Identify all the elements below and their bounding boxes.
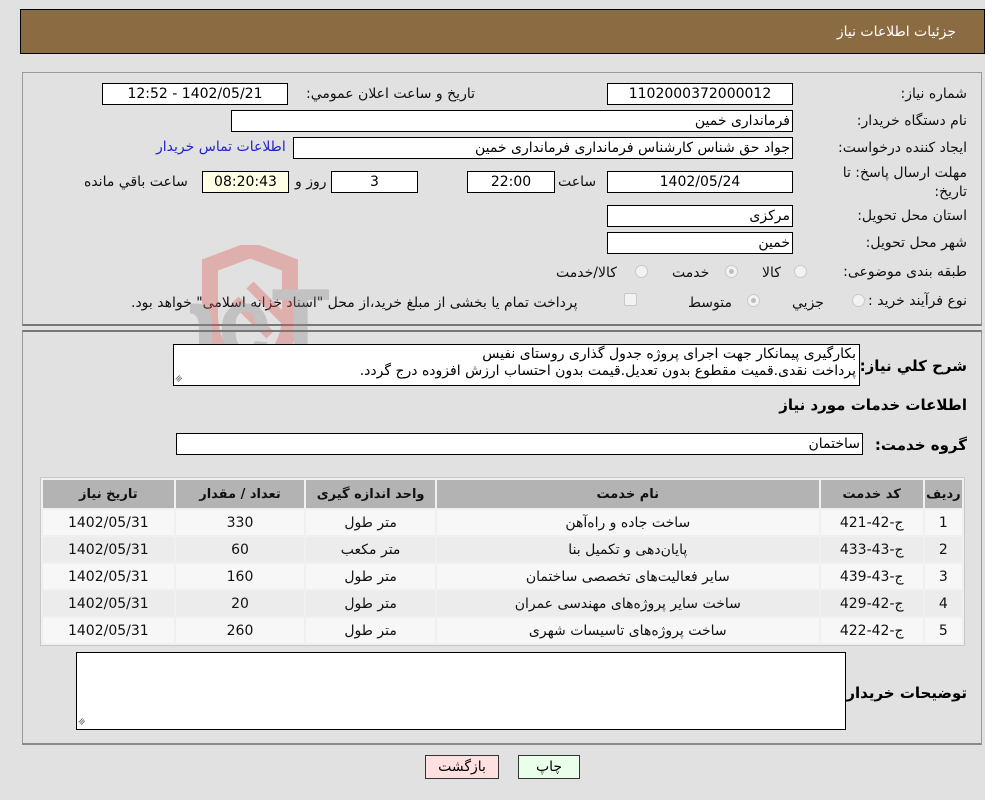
cell-quantity: 260 <box>175 618 305 643</box>
cell-service-name: ساخت پروژه‌های تاسیسات شهری <box>436 618 819 643</box>
description-line-1: بکارگیری پیمانکار جهت اجرای پروژه جدول گ… <box>482 346 856 362</box>
buyer-notes-textarea[interactable] <box>76 652 846 730</box>
back-button[interactable]: بازگشت <box>425 755 499 779</box>
cell-service-code: ج-42-429 <box>820 591 923 616</box>
col-quantity: تعداد / مقدار <box>175 480 305 508</box>
buyer-org-label: نام دستگاه خريدار: <box>856 113 967 129</box>
need-number-field: 1102000372000012 <box>607 83 793 105</box>
col-row-number: رديف <box>924 480 962 508</box>
cell-row-number: 2 <box>924 537 962 562</box>
city-label: شهر محل تحويل: <box>865 235 967 251</box>
announce-datetime-label: تاريخ و ساعت اعلان عمومي: <box>306 86 475 102</box>
requester-label: ايجاد کننده درخواست: <box>838 140 967 156</box>
service-group-label: گروه خدمت: <box>874 436 967 454</box>
cell-unit: متر طول <box>306 510 435 535</box>
description-textarea[interactable]: بکارگیری پیمانکار جهت اجرای پروژه جدول گ… <box>173 344 860 386</box>
purchase-option-small: جزيي <box>792 295 824 311</box>
purchase-radio-medium[interactable] <box>747 294 760 307</box>
page-title: جزئيات اطلاعات نياز <box>836 23 956 40</box>
col-service-name: نام خدمت <box>436 480 819 508</box>
cell-service-code: ج-42-421 <box>820 510 923 535</box>
col-need-date: تاريخ نياز <box>43 480 174 508</box>
category-option-goods-service: کالا/خدمت <box>556 265 617 281</box>
cell-row-number: 4 <box>924 591 962 616</box>
requester-field: جواد حق شناس کارشناس فرمانداری فرمانداری… <box>293 137 793 159</box>
cell-quantity: 20 <box>175 591 305 616</box>
cell-service-code: ج-42-422 <box>820 618 923 643</box>
city-field: خمین <box>607 232 793 254</box>
purchase-option-medium: متوسط <box>688 295 732 311</box>
buyer-org-field: فرمانداری خمین <box>231 110 793 132</box>
cell-service-name: پایان‌دهی و تکمیل بنا <box>436 537 819 562</box>
cell-service-code: ج-43-439 <box>820 564 923 589</box>
col-unit: واحد اندازه گيری <box>306 480 435 508</box>
deadline-time-label: ساعت <box>558 174 597 190</box>
category-radio-goods-service[interactable] <box>635 265 648 278</box>
treasury-checkbox[interactable] <box>624 293 637 306</box>
table-body: 1 ج-42-421 ساخت جاده و راه‌آهن متر طول 330 14… <box>43 510 962 643</box>
category-radio-service[interactable] <box>725 265 738 278</box>
cell-quantity: 60 <box>175 537 305 562</box>
purchase-type-label: نوع فرآيند خريد : <box>868 293 967 309</box>
remaining-time-field: 08:20:43 <box>202 171 289 193</box>
print-button[interactable]: چاپ <box>518 755 580 779</box>
treasury-checkbox-label: پرداخت تمام يا بخشی از مبلغ خريد،از محل … <box>131 295 578 311</box>
table-row: 5 ج-42-422 ساخت پروژه‌های تاسیسات شهری متر … <box>43 618 962 643</box>
cell-service-code: ج-43-433 <box>820 537 923 562</box>
cell-need-date: 1402/05/31 <box>43 564 174 589</box>
category-option-service: خدمت <box>672 265 710 281</box>
province-label: استان محل تحويل: <box>857 208 967 224</box>
deadline-date-field: 1402/05/24 <box>607 171 793 193</box>
cell-quantity: 330 <box>175 510 305 535</box>
cell-row-number: 1 <box>924 510 962 535</box>
table-row: 1 ج-42-421 ساخت جاده و راه‌آهن متر طول 330 14… <box>43 510 962 535</box>
remaining-days-field: 3 <box>331 171 418 193</box>
category-option-goods: کالا <box>762 265 781 281</box>
table-row: 2 ج-43-433 پایان‌دهی و تکمیل بنا متر مکعب 60… <box>43 537 962 562</box>
cell-quantity: 160 <box>175 564 305 589</box>
table-row: 4 ج-42-429 ساخت سایر پروژه‌های مهندسی عمرا… <box>43 591 962 616</box>
service-group-field: ساختمان <box>176 433 863 455</box>
remaining-days-label: روز و <box>295 174 327 190</box>
services-table: رديف کد خدمت نام خدمت واحد اندازه گيری ت… <box>40 477 965 646</box>
table-row: 3 ج-43-439 سایر فعالیت‌های تخصصی ساختمان مت… <box>43 564 962 589</box>
col-service-code: کد خدمت <box>820 480 923 508</box>
description-line-2: پرداخت نقدی.قمیت مقطوع بدون تعدیل.قیمت ب… <box>359 363 856 379</box>
cell-service-name: سایر فعالیت‌های تخصصی ساختمان <box>436 564 819 589</box>
cell-unit: متر طول <box>306 618 435 643</box>
need-number-label: شماره نياز: <box>900 86 968 102</box>
cell-row-number: 3 <box>924 564 962 589</box>
cell-need-date: 1402/05/31 <box>43 591 174 616</box>
purchase-radio-small[interactable] <box>852 294 865 307</box>
cell-need-date: 1402/05/31 <box>43 510 174 535</box>
province-field: مرکزی <box>607 205 793 227</box>
cell-unit: متر طول <box>306 591 435 616</box>
page-header: جزئيات اطلاعات نياز <box>20 9 985 54</box>
cell-service-name: ساخت جاده و راه‌آهن <box>436 510 819 535</box>
cell-need-date: 1402/05/31 <box>43 537 174 562</box>
remaining-time-label: ساعت باقي مانده <box>84 174 188 190</box>
cell-unit: متر مکعب <box>306 537 435 562</box>
description-label: شرح کلي نياز: <box>859 357 967 375</box>
table-header-row: رديف کد خدمت نام خدمت واحد اندازه گيری ت… <box>43 480 962 508</box>
announce-datetime-field: 1402/05/21 - 12:52 <box>102 83 288 105</box>
category-label: طبقه بندی موضوعی: <box>843 264 967 280</box>
buyer-notes-label: توضيحات خريدار: <box>840 684 967 702</box>
category-radio-goods[interactable] <box>794 265 807 278</box>
cell-row-number: 5 <box>924 618 962 643</box>
cell-unit: متر طول <box>306 564 435 589</box>
services-section-title: اطلاعات خدمات مورد نياز <box>779 396 967 414</box>
deadline-label: مهلت ارسال پاسخ: تا تاريخ: <box>842 165 967 200</box>
cell-service-name: ساخت سایر پروژه‌های مهندسی عمران <box>436 591 819 616</box>
deadline-time-field: 22:00 <box>467 171 555 193</box>
cell-need-date: 1402/05/31 <box>43 618 174 643</box>
buyer-contact-link[interactable]: اطلاعات تماس خريدار <box>156 139 286 155</box>
